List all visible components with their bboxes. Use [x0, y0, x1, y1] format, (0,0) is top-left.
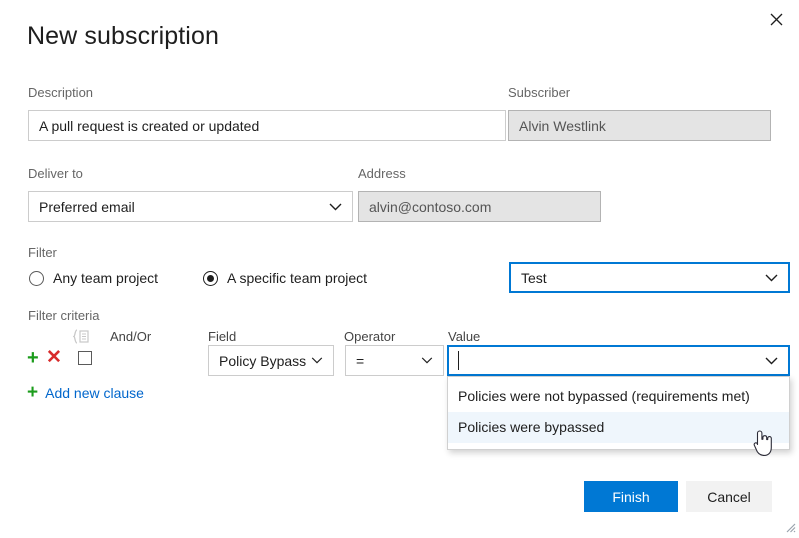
address-label: Address: [358, 166, 406, 181]
chevron-down-icon: [307, 357, 333, 364]
subscriber-input: [508, 110, 771, 141]
delete-clause-row-button[interactable]: ✕: [46, 348, 62, 367]
operator-value: =: [346, 353, 417, 369]
finish-button[interactable]: Finish: [584, 481, 678, 512]
description-input[interactable]: [28, 110, 506, 141]
deliver-to-select[interactable]: Preferred email: [28, 191, 353, 222]
dialog-title: New subscription: [27, 22, 219, 51]
subscriber-label: Subscriber: [508, 85, 570, 100]
chevron-down-icon: [761, 274, 788, 282]
plus-icon: +: [27, 383, 38, 402]
radio-dot-selected-icon: [203, 271, 218, 286]
deliver-to-value: Preferred email: [29, 199, 325, 215]
field-select[interactable]: Policy Bypass: [208, 345, 334, 376]
resize-grip[interactable]: [783, 520, 796, 533]
radio-any-team-project-label: Any team project: [53, 270, 158, 286]
chevron-down-icon: [417, 357, 443, 364]
cancel-button[interactable]: Cancel: [686, 481, 772, 512]
dropdown-option-bypassed[interactable]: Policies were bypassed: [448, 412, 789, 443]
address-input: [358, 191, 601, 222]
radio-specific-team-project[interactable]: A specific team project: [203, 270, 367, 286]
group-clauses-icon[interactable]: [73, 329, 89, 349]
radio-any-team-project[interactable]: Any team project: [29, 270, 158, 286]
column-header-operator: Operator: [344, 329, 395, 344]
value-combobox[interactable]: [447, 345, 790, 376]
column-header-field: Field: [208, 329, 236, 344]
radio-specific-team-project-label: A specific team project: [227, 270, 367, 286]
add-new-clause-link[interactable]: + Add new clause: [27, 383, 144, 402]
dropdown-option-not-bypassed[interactable]: Policies were not bypassed (requirements…: [448, 381, 789, 412]
filter-criteria-label: Filter criteria: [28, 308, 100, 323]
value-dropdown-list: Policies were not bypassed (requirements…: [447, 376, 790, 450]
operator-select[interactable]: =: [345, 345, 444, 376]
add-new-clause-label: Add new clause: [45, 385, 144, 401]
close-icon[interactable]: [759, 4, 793, 34]
chevron-down-icon: [761, 357, 788, 365]
radio-dot-icon: [29, 271, 44, 286]
team-project-value: Test: [511, 270, 761, 286]
column-header-value: Value: [448, 329, 480, 344]
description-label: Description: [28, 85, 93, 100]
field-value: Policy Bypass: [209, 353, 307, 369]
deliver-to-label: Deliver to: [28, 166, 83, 181]
add-clause-row-button[interactable]: +: [27, 348, 39, 368]
team-project-select[interactable]: Test: [509, 262, 790, 293]
filter-label: Filter: [28, 245, 57, 260]
column-header-andor: And/Or: [110, 329, 151, 344]
clause-select-checkbox[interactable]: [78, 351, 92, 365]
new-subscription-dialog: New subscription Description Subscriber …: [0, 0, 799, 536]
text-caret: [458, 351, 459, 370]
chevron-down-icon: [325, 203, 352, 211]
